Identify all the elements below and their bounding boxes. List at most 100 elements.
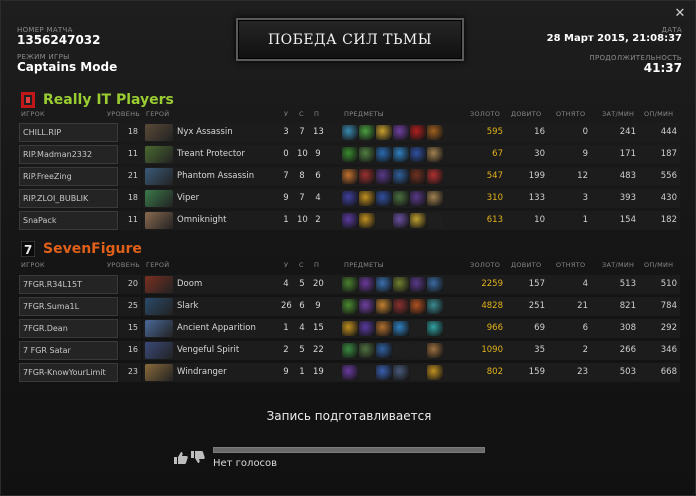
item-slot-icon[interactable] xyxy=(393,213,409,228)
player-row[interactable]: 7FGR.R34L15T 20 Doom 4 5 20 2259 157 4 513 510 xyxy=(19,275,680,294)
player-name[interactable]: 7FGR.R34L15T xyxy=(19,275,118,294)
player-name[interactable]: RiP.FreeZing xyxy=(19,167,118,186)
item-slot-icon[interactable] xyxy=(359,365,375,380)
item-slot-icon[interactable] xyxy=(342,147,358,162)
player-name[interactable]: SnaPack xyxy=(19,211,118,230)
item-slot-icon[interactable] xyxy=(376,321,392,336)
hero-portrait[interactable] xyxy=(145,320,173,337)
item-slot-icon[interactable] xyxy=(393,169,409,184)
item-slot-icon[interactable] xyxy=(393,299,409,314)
item-slot-icon[interactable] xyxy=(342,213,358,228)
item-slot-icon[interactable] xyxy=(376,277,392,292)
item-slot-icon[interactable] xyxy=(342,299,358,314)
item-slot-icon[interactable] xyxy=(342,191,358,206)
item-slot-icon[interactable] xyxy=(410,191,426,206)
item-slot-icon[interactable] xyxy=(359,343,375,358)
item-slot-icon[interactable] xyxy=(410,365,426,380)
player-name[interactable]: 7FGR.Dean xyxy=(19,319,118,338)
item-slot-icon[interactable] xyxy=(342,321,358,336)
item-slot-icon[interactable] xyxy=(359,299,375,314)
player-name[interactable]: RIP.Madman2332 xyxy=(19,145,118,164)
player-row[interactable]: RiP.FreeZing 21 Phantom Assassin 7 8 6 547 199 1… xyxy=(19,167,680,186)
item-slot-icon[interactable] xyxy=(342,365,358,380)
item-slot-icon[interactable] xyxy=(410,169,426,184)
item-slot-icon[interactable] xyxy=(427,321,443,336)
item-slot-icon[interactable] xyxy=(376,147,392,162)
item-slot-icon[interactable] xyxy=(410,125,426,140)
player-name[interactable]: 7FGR-KnowYourLimit xyxy=(19,363,118,382)
item-slot-icon[interactable] xyxy=(410,299,426,314)
item-slot-icon[interactable] xyxy=(342,343,358,358)
player-name[interactable]: CHILL.RIP xyxy=(19,123,118,142)
item-slot-icon[interactable] xyxy=(427,191,443,206)
item-slot-icon[interactable] xyxy=(376,125,392,140)
player-name[interactable]: 7FGR.Suma1L xyxy=(19,297,118,316)
item-slot-icon[interactable] xyxy=(359,169,375,184)
column-header-player: ИГРОК xyxy=(21,261,45,269)
item-slot-icon[interactable] xyxy=(393,321,409,336)
player-row[interactable]: 7FGR-KnowYourLimit 23 Windranger 9 1 19 802 159… xyxy=(19,363,680,382)
item-slot-icon[interactable] xyxy=(376,365,392,380)
kills: 7 xyxy=(283,171,289,181)
hero-portrait[interactable] xyxy=(145,364,173,381)
item-slot-icon[interactable] xyxy=(376,343,392,358)
item-slot-icon[interactable] xyxy=(427,299,443,314)
item-slot-icon[interactable] xyxy=(376,169,392,184)
item-slot-icon[interactable] xyxy=(376,213,392,228)
item-slot-icon[interactable] xyxy=(376,299,392,314)
item-slot-icon[interactable] xyxy=(410,147,426,162)
item-slot-icon[interactable] xyxy=(427,169,443,184)
player-row[interactable]: RIP.Madman2332 11 Treant Protector 0 10 9 67 30… xyxy=(19,145,680,164)
vote-bar xyxy=(213,447,485,453)
player-row[interactable]: 7 FGR Satar 16 Vengeful Spirit 2 5 22 1090 35 2 2… xyxy=(19,341,680,360)
close-icon[interactable]: ✕ xyxy=(673,7,687,21)
item-slot-icon[interactable] xyxy=(342,169,358,184)
thumbs-down-icon[interactable] xyxy=(190,451,205,464)
item-slot-icon[interactable] xyxy=(393,277,409,292)
player-name[interactable]: RIP.ZLOI_BUBLIK xyxy=(19,189,118,208)
gold: 1090 xyxy=(481,345,503,355)
hero-portrait[interactable] xyxy=(145,342,173,359)
item-slot-icon[interactable] xyxy=(359,125,375,140)
item-slot-icon[interactable] xyxy=(393,343,409,358)
hero-portrait[interactable] xyxy=(145,168,173,185)
hero-portrait[interactable] xyxy=(145,212,173,229)
last-hits: 69 xyxy=(534,323,545,333)
item-slot-icon[interactable] xyxy=(427,277,443,292)
item-slot-icon[interactable] xyxy=(410,213,426,228)
hero-portrait[interactable] xyxy=(145,276,173,293)
player-name[interactable]: 7 FGR Satar xyxy=(19,341,118,360)
item-slot-icon[interactable] xyxy=(427,147,443,162)
item-slot-icon[interactable] xyxy=(393,365,409,380)
player-row[interactable]: 7FGR.Dean 15 Ancient Apparition 1 4 15 966 69 6 3… xyxy=(19,319,680,338)
item-slot-icon[interactable] xyxy=(410,321,426,336)
item-slot-icon[interactable] xyxy=(427,365,443,380)
item-slot-icon[interactable] xyxy=(359,191,375,206)
item-slot-icon[interactable] xyxy=(342,125,358,140)
item-slot-icon[interactable] xyxy=(359,147,375,162)
assists: 13 xyxy=(313,127,324,137)
item-slot-icon[interactable] xyxy=(393,191,409,206)
thumbs-up-icon[interactable] xyxy=(173,451,188,464)
item-slot-icon[interactable] xyxy=(393,125,409,140)
item-slot-icon[interactable] xyxy=(359,321,375,336)
item-slot-icon[interactable] xyxy=(410,343,426,358)
item-slot-icon[interactable] xyxy=(376,191,392,206)
item-slot-icon[interactable] xyxy=(342,277,358,292)
item-slot-icon[interactable] xyxy=(359,277,375,292)
hero-portrait[interactable] xyxy=(145,298,173,315)
player-row[interactable]: 7FGR.Suma1L 25 Slark 26 6 9 4828 251 21 821 784 xyxy=(19,297,680,316)
hero-portrait[interactable] xyxy=(145,190,173,207)
item-slot-icon[interactable] xyxy=(427,125,443,140)
player-row[interactable]: RIP.ZLOI_BUBLIK 18 Viper 9 7 4 310 133 3 393 430 xyxy=(19,189,680,208)
item-slot-icon[interactable] xyxy=(427,343,443,358)
item-slot-icon[interactable] xyxy=(393,147,409,162)
last-hits: 159 xyxy=(528,367,545,377)
player-row[interactable]: SnaPack 11 Omniknight 1 10 2 613 10 1 154 182 xyxy=(19,211,680,230)
item-slot-icon[interactable] xyxy=(359,213,375,228)
item-slot-icon[interactable] xyxy=(427,213,443,228)
item-slot-icon[interactable] xyxy=(410,277,426,292)
player-row[interactable]: CHILL.RIP 18 Nyx Assassin 3 7 13 595 16 0 241 444 xyxy=(19,123,680,142)
hero-portrait[interactable] xyxy=(145,124,173,141)
hero-portrait[interactable] xyxy=(145,146,173,163)
